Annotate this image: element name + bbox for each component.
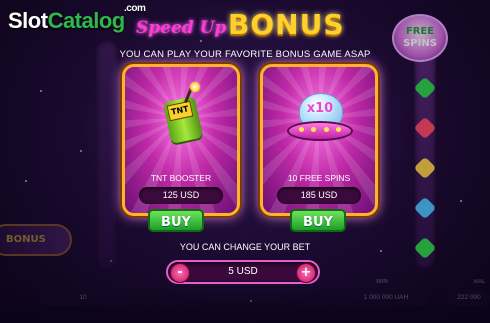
background-reel-right — [413, 40, 437, 270]
title-bonus: BONUS — [228, 8, 345, 41]
offer-name: TNT BOOSTER — [150, 173, 212, 183]
win-label: WIN — [376, 279, 388, 285]
balance-amount-pill: 222 000 — [448, 290, 490, 306]
ufo-multiplier-text: x10 — [306, 101, 334, 116]
free-spins-line1: FREE — [405, 26, 435, 37]
bet-decrease-button[interactable]: - — [170, 263, 190, 283]
bet-increase-button[interactable]: + — [296, 263, 316, 283]
slotcatalog-logo: SlotCatalog .com — [8, 3, 146, 34]
buy-free-spins-button[interactable]: BUY — [290, 209, 346, 232]
offer-card-free-spins: x10 10 FREE SPINS 185 USD — [260, 64, 378, 216]
change-bet-prompt: YOU CAN CHANGE YOUR BET — [179, 242, 311, 252]
modal-title: Speed Up BONUS — [130, 4, 360, 44]
offer-card-tnt-booster: TNT TNT BOOSTER 125 USD — [122, 64, 240, 216]
logo-catalog-text: Catalog — [47, 8, 126, 33]
offer-price: 125 USD — [139, 187, 223, 204]
win-amount-pill: 1 000 000 UAH — [342, 290, 430, 306]
modal-subtitle: YOU CAN PLAY YOUR FAVORITE BONUS GAME AS… — [119, 49, 371, 60]
tnt-dynamite-icon: TNT — [162, 81, 204, 144]
title-speed-up: Speed Up — [136, 18, 227, 38]
bet-selector: 5 USD - + — [166, 260, 320, 284]
buy-tnt-booster-button[interactable]: BUY — [148, 209, 204, 232]
offer-name: 10 FREE SPINS — [287, 173, 351, 183]
balance-label: BAL — [474, 279, 486, 285]
logo-slot-text: Slot — [8, 8, 48, 33]
bet-amount-pill: 10 — [40, 290, 126, 306]
offer-price: 185 USD — [277, 187, 361, 204]
ufo-x10-icon: x10 — [287, 93, 353, 153]
background-reel-left — [96, 40, 118, 270]
